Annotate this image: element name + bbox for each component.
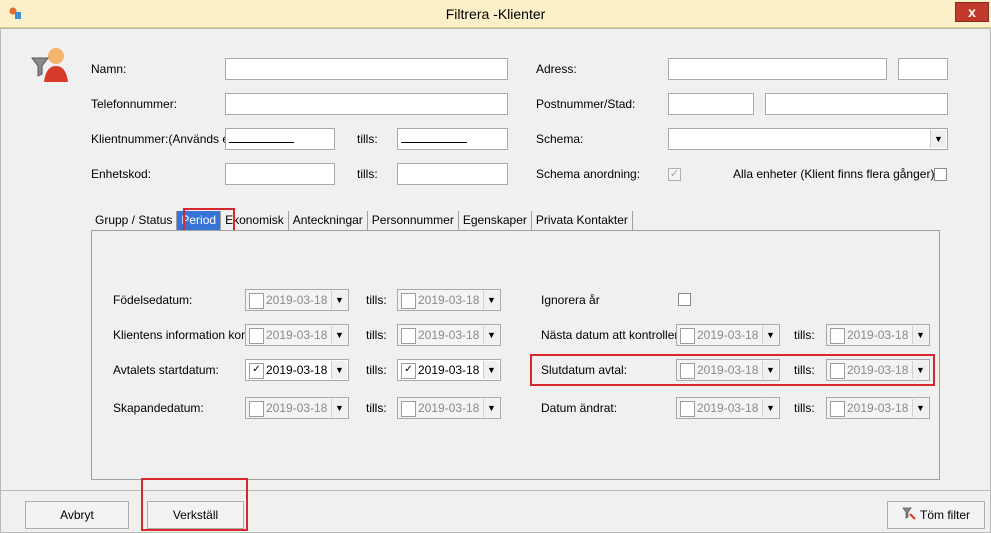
tab-anteckningar[interactable]: Anteckningar: [289, 211, 368, 231]
chevron-down-icon[interactable]: ▼: [483, 399, 499, 417]
klientens-info-from-date[interactable]: 2019-03-18 ▼: [245, 324, 349, 346]
tab-privata-kontakter[interactable]: Privata Kontakter: [532, 211, 633, 231]
schema-anordning-checkbox[interactable]: ✓: [668, 168, 681, 181]
klientnummer-from-input[interactable]: [225, 128, 335, 150]
fodelsedatum-to-date[interactable]: 2019-03-18 ▼: [397, 289, 501, 311]
date-checkbox[interactable]: [249, 401, 264, 417]
label-tills-klient: tills:: [357, 132, 378, 146]
label-schema-anordning: Schema anordning:: [536, 167, 641, 181]
fodelsedatum-from-date[interactable]: 2019-03-18 ▼: [245, 289, 349, 311]
datum-andrat-to-date[interactable]: 2019-03-18 ▼: [826, 397, 930, 419]
chevron-down-icon[interactable]: ▼: [762, 399, 778, 417]
klientens-info-to-date[interactable]: 2019-03-18 ▼: [397, 324, 501, 346]
label-tills-nasta: tills:: [794, 328, 815, 342]
date-checkbox[interactable]: [830, 401, 845, 417]
tab-egenskaper[interactable]: Egenskaper: [459, 211, 532, 231]
schema-select[interactable]: ▼: [668, 128, 948, 150]
datum-andrat-from-date[interactable]: 2019-03-18 ▼: [676, 397, 780, 419]
klientnummer-to-input[interactable]: [397, 128, 508, 150]
label-avtalets-startdatum: Avtalets startdatum:: [113, 363, 219, 377]
adress-input[interactable]: [668, 58, 887, 80]
chevron-down-icon[interactable]: ▼: [331, 399, 347, 417]
adress-extra-input[interactable]: [898, 58, 948, 80]
label-enhetskod: Enhetskod:: [91, 167, 152, 181]
enhetskod-to-input[interactable]: [397, 163, 508, 185]
chevron-down-icon[interactable]: ▼: [331, 361, 347, 379]
date-checkbox[interactable]: [249, 328, 264, 344]
tom-filter-label: Töm filter: [919, 508, 970, 522]
chevron-down-icon[interactable]: ▼: [762, 326, 778, 344]
label-ignorera-ar: Ignorera år: [541, 293, 600, 307]
chevron-down-icon[interactable]: ▼: [331, 291, 347, 309]
close-button[interactable]: x: [955, 2, 989, 22]
label-tills-enhet: tills:: [357, 167, 378, 181]
label-fodelsedatum: Födelsedatum:: [113, 293, 193, 307]
verkstall-highlight: [141, 478, 248, 531]
date-checkbox[interactable]: [401, 293, 416, 309]
date-checkbox[interactable]: [249, 293, 264, 309]
label-skapandedatum: Skapandedatum:: [113, 401, 204, 415]
chevron-down-icon: ▼: [930, 130, 946, 148]
tab-grupp-status[interactable]: Grupp / Status: [91, 211, 178, 231]
date-checkbox[interactable]: [680, 328, 695, 344]
window-title: Filtrera -Klienter: [445, 6, 546, 22]
label-tills-skapande: tills:: [366, 401, 387, 415]
label-nasta-datum: Nästa datum att kontroller: [541, 328, 676, 342]
date-checkbox[interactable]: [401, 328, 416, 344]
alla-enheter-checkbox[interactable]: [934, 168, 947, 181]
broom-filter-icon: [902, 503, 916, 529]
label-adress: Adress:: [536, 62, 577, 76]
nasta-datum-from-date[interactable]: 2019-03-18 ▼: [676, 324, 780, 346]
chevron-down-icon[interactable]: ▼: [483, 326, 499, 344]
chevron-down-icon[interactable]: ▼: [483, 291, 499, 309]
label-postnummer: Postnummer/Stad:: [536, 97, 636, 111]
skapandedatum-from-date[interactable]: 2019-03-18 ▼: [245, 397, 349, 419]
label-schema: Schema:: [536, 132, 584, 146]
skapandedatum-to-date[interactable]: 2019-03-18 ▼: [397, 397, 501, 419]
tom-filter-button[interactable]: Töm filter: [887, 501, 985, 529]
avtalets-start-from-date[interactable]: ✓ 2019-03-18 ▼: [245, 359, 349, 381]
date-checkbox[interactable]: [680, 401, 695, 417]
enhetskod-from-input[interactable]: [225, 163, 335, 185]
avbryt-button[interactable]: Avbryt: [25, 501, 129, 529]
label-klientnummer: Klientnummer:(Används e: [91, 132, 225, 146]
check-icon[interactable]: ✓: [249, 363, 264, 379]
chevron-down-icon[interactable]: ▼: [912, 399, 928, 417]
postnummer-input[interactable]: [668, 93, 754, 115]
avtalets-start-to-date[interactable]: ✓ 2019-03-18 ▼: [397, 359, 501, 381]
chevron-down-icon[interactable]: ▼: [331, 326, 347, 344]
filter-user-icon: [30, 44, 70, 84]
label-telefonnummer: Telefonnummer:: [91, 97, 178, 111]
chevron-down-icon[interactable]: ▼: [912, 326, 928, 344]
check-icon[interactable]: ✓: [401, 363, 416, 379]
stad-input[interactable]: [765, 93, 948, 115]
tab-strip: Grupp / Status Period Ekonomisk Anteckni…: [91, 211, 633, 231]
label-alla-enheter: Alla enheter (Klient finns flera gånger): [733, 167, 935, 181]
date-checkbox[interactable]: [830, 328, 845, 344]
label-tills-avtalets: tills:: [366, 363, 387, 377]
label-datum-andrat: Datum ändrat:: [541, 401, 618, 415]
telefonnummer-input[interactable]: [225, 93, 508, 115]
namn-input[interactable]: [225, 58, 508, 80]
tab-personnummer[interactable]: Personnummer: [368, 211, 459, 231]
label-namn: Namn:: [91, 62, 127, 76]
ignorera-ar-checkbox[interactable]: [678, 293, 691, 306]
label-klientens-information: Klientens information kont: [113, 328, 245, 342]
nasta-datum-to-date[interactable]: 2019-03-18 ▼: [826, 324, 930, 346]
date-checkbox[interactable]: [401, 401, 416, 417]
label-tills-andrat: tills:: [794, 401, 815, 415]
slutdatum-highlight: [530, 354, 935, 386]
label-tills-fodelsedatum: tills:: [366, 293, 387, 307]
label-tills-klientens: tills:: [366, 328, 387, 342]
chevron-down-icon[interactable]: ▼: [483, 361, 499, 379]
